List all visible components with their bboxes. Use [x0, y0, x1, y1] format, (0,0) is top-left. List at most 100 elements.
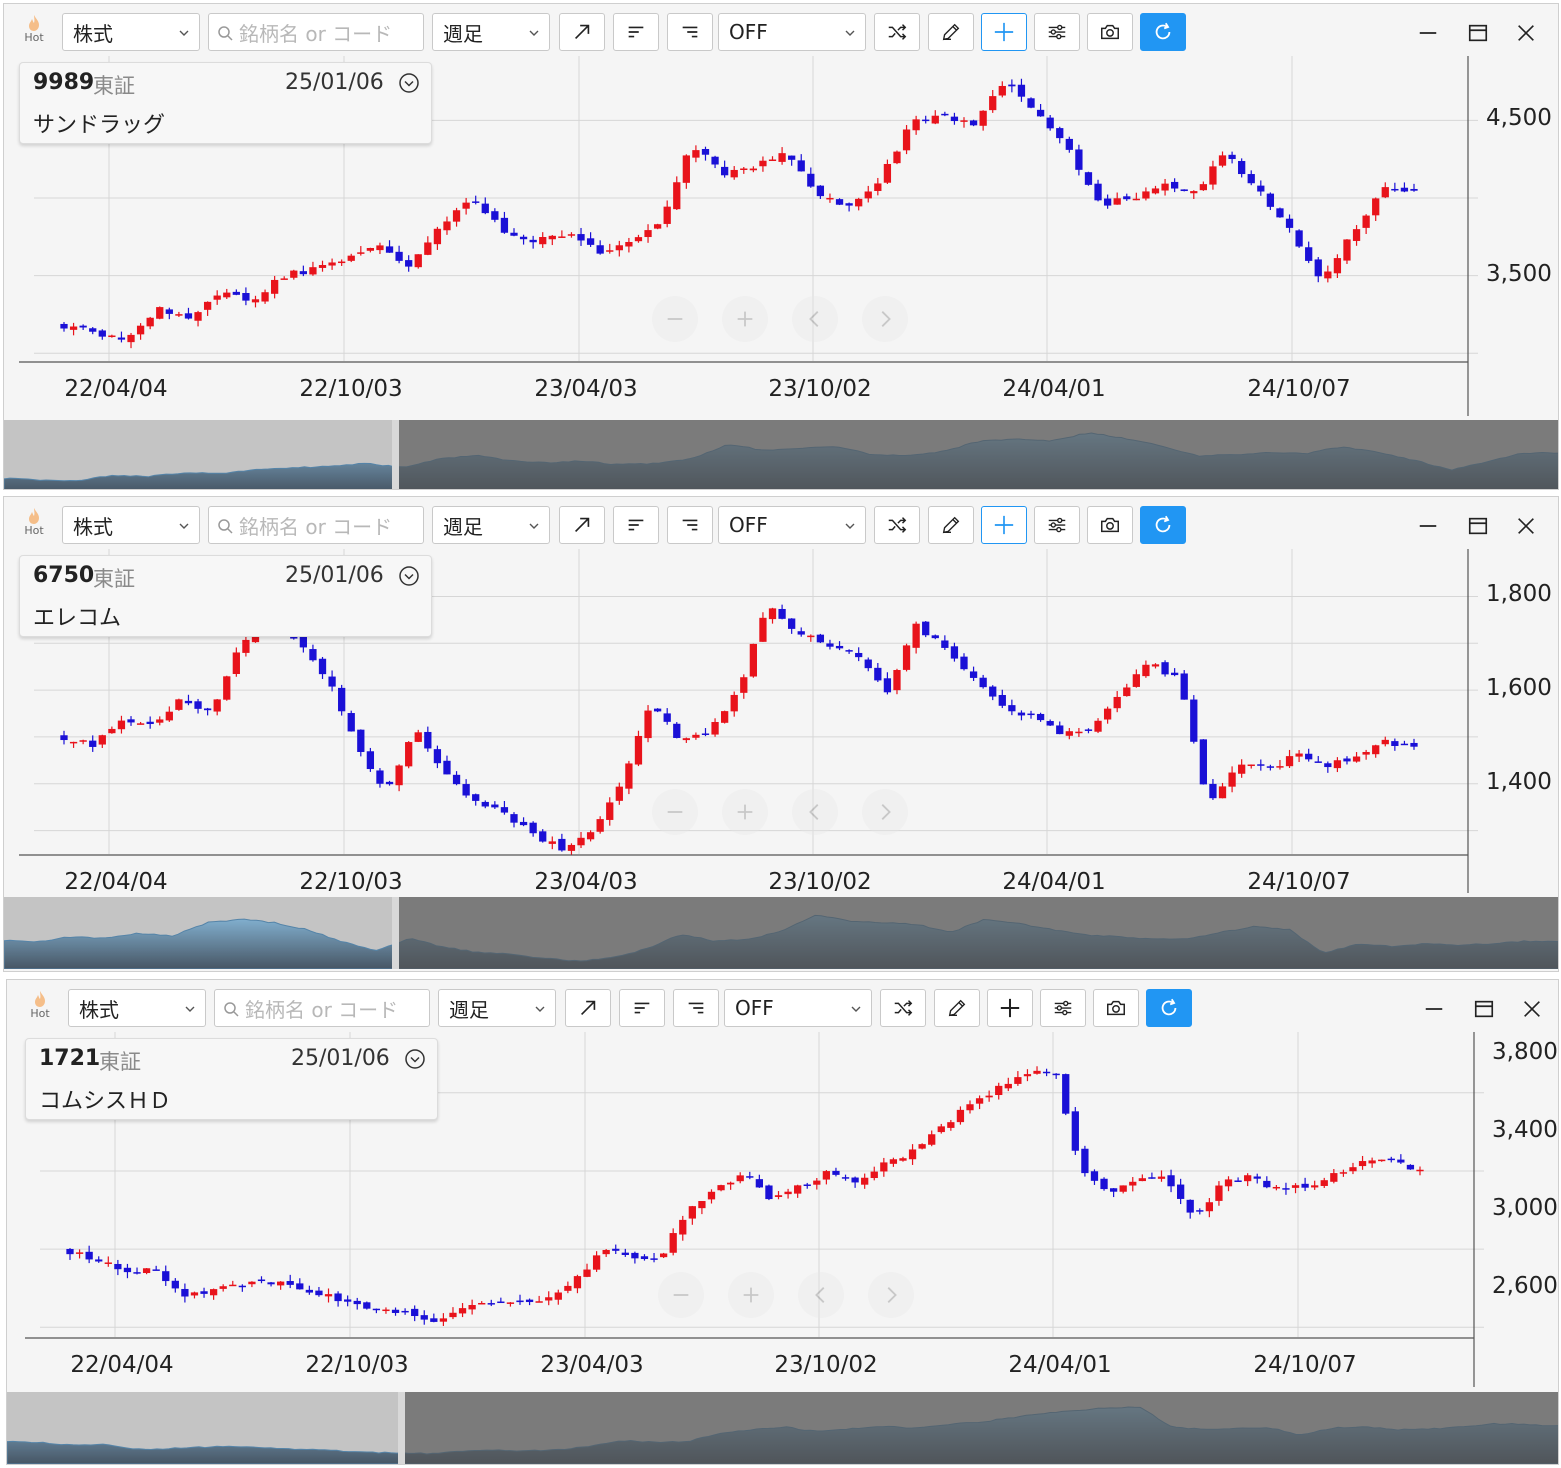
candle-body	[545, 1297, 553, 1301]
candle-body	[1400, 743, 1409, 746]
zoom-in-button[interactable]	[728, 1272, 774, 1318]
expand-info-button[interactable]	[404, 1048, 426, 1070]
period-select[interactable]: 週足	[432, 13, 550, 51]
candle-body	[1400, 187, 1409, 192]
zoom-in-button[interactable]	[722, 789, 768, 835]
draw-button[interactable]	[934, 989, 980, 1027]
indicator-select[interactable]: OFF	[718, 506, 866, 544]
expand-info-button[interactable]	[398, 72, 420, 94]
crosshair-button[interactable]	[981, 506, 1027, 544]
refresh-button[interactable]	[1146, 989, 1192, 1027]
crosshair-button[interactable]	[987, 989, 1033, 1027]
refresh-button[interactable]	[1140, 506, 1186, 544]
shuffle-button[interactable]	[874, 13, 920, 51]
candle-body	[318, 265, 327, 268]
hot-button[interactable]: Hot	[22, 988, 58, 1028]
scroll-right-button[interactable]	[862, 296, 908, 342]
align-left-button[interactable]	[613, 13, 659, 51]
zoom-out-button[interactable]	[652, 789, 698, 835]
minimize-button[interactable]	[1417, 992, 1451, 1026]
align-right-button[interactable]	[667, 13, 713, 51]
align-right-button[interactable]	[667, 506, 713, 544]
align-left-button[interactable]	[619, 989, 665, 1027]
shuffle-button[interactable]	[874, 506, 920, 544]
candle-body	[411, 1308, 419, 1317]
candle-body	[194, 312, 202, 321]
overview-navigator[interactable]	[4, 897, 1559, 969]
hot-button[interactable]: Hot	[16, 12, 52, 52]
candle-body	[803, 1184, 811, 1186]
zoom-out-button[interactable]	[652, 296, 698, 342]
minimize-button[interactable]	[1411, 509, 1445, 543]
close-button[interactable]	[1515, 992, 1549, 1026]
expand-info-button[interactable]	[398, 565, 420, 587]
candle-body	[577, 234, 585, 241]
candle-body	[1218, 155, 1227, 166]
indicator-select[interactable]: OFF	[724, 989, 872, 1027]
candle-body	[1167, 1175, 1175, 1187]
candle-body	[755, 1179, 763, 1188]
candle-body	[136, 325, 145, 335]
scroll-left-button[interactable]	[792, 296, 838, 342]
scroll-right-button[interactable]	[862, 789, 908, 835]
chart-nav-controls	[652, 296, 908, 342]
settings-button[interactable]	[1034, 13, 1080, 51]
maximize-button[interactable]	[1461, 16, 1495, 50]
align-right-icon	[682, 26, 698, 38]
screenshot-button[interactable]	[1087, 13, 1133, 51]
maximize-button[interactable]	[1467, 992, 1501, 1026]
market-type-select[interactable]: 株式	[62, 13, 200, 51]
candle-body	[592, 1255, 601, 1270]
align-left-button[interactable]	[613, 506, 659, 544]
minimize-icon	[1419, 525, 1437, 527]
screenshot-button[interactable]	[1087, 506, 1133, 544]
shuffle-button[interactable]	[880, 989, 926, 1027]
candle-body	[1113, 696, 1121, 709]
date-label: 25/01/06	[285, 70, 384, 95]
zoom-in-button[interactable]	[722, 296, 768, 342]
candle-body	[567, 844, 576, 851]
trend-line-button[interactable]	[559, 506, 605, 544]
hot-button[interactable]: Hot	[16, 505, 52, 545]
align-right-button[interactable]	[673, 989, 719, 1027]
period-select[interactable]: 週足	[432, 506, 550, 544]
trend-line-button[interactable]	[559, 13, 605, 51]
symbol-search-input[interactable]: 銘柄名 or コード	[214, 989, 430, 1027]
settings-button[interactable]	[1034, 506, 1080, 544]
candle-body	[175, 699, 183, 710]
scroll-right-button[interactable]	[868, 1272, 914, 1318]
candle-body	[1171, 672, 1179, 676]
scroll-left-button[interactable]	[798, 1272, 844, 1318]
overview-navigator[interactable]	[4, 420, 1559, 490]
period-select[interactable]: 週足	[438, 989, 556, 1027]
scroll-left-button[interactable]	[792, 789, 838, 835]
draw-button[interactable]	[928, 13, 974, 51]
refresh-button[interactable]	[1140, 13, 1186, 51]
close-button[interactable]	[1509, 16, 1543, 50]
candle-body	[353, 1300, 361, 1305]
candle-body	[1180, 189, 1188, 192]
settings-button[interactable]	[1040, 989, 1086, 1027]
candle-body	[69, 741, 78, 744]
zoom-out-button[interactable]	[658, 1272, 704, 1318]
candle-body	[845, 650, 853, 652]
candle-body	[778, 153, 786, 162]
candle-body	[458, 1308, 467, 1314]
screenshot-button[interactable]	[1093, 989, 1139, 1027]
maximize-button[interactable]	[1461, 509, 1495, 543]
symbol-search-input[interactable]: 銘柄名 or コード	[208, 506, 424, 544]
minimize-button[interactable]	[1411, 16, 1445, 50]
indicator-select[interactable]: OFF	[718, 13, 866, 51]
candle-body	[108, 335, 116, 338]
close-button[interactable]	[1509, 509, 1543, 543]
candle-body	[430, 1318, 438, 1322]
draw-button[interactable]	[928, 506, 974, 544]
symbol-search-input[interactable]: 銘柄名 or コード	[208, 13, 424, 51]
crosshair-button[interactable]	[981, 13, 1027, 51]
overview-navigator[interactable]	[7, 1392, 1559, 1464]
candle-body	[774, 1195, 783, 1197]
trend-line-button[interactable]	[565, 989, 611, 1027]
candle-body	[941, 640, 949, 648]
market-type-select[interactable]: 株式	[68, 989, 206, 1027]
market-type-select[interactable]: 株式	[62, 506, 200, 544]
